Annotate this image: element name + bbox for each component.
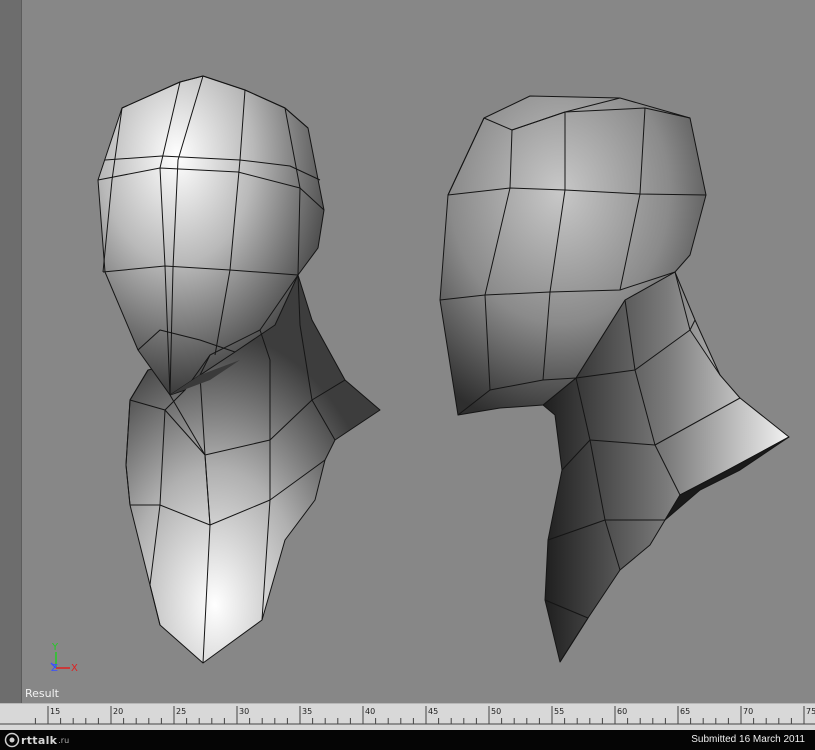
ruler-tick-label: 35 — [302, 707, 312, 716]
viewport-label: Result — [25, 687, 59, 700]
ruler-tick-label: 45 — [428, 707, 438, 716]
head-model-front[interactable] — [97, 75, 381, 664]
logo-mark-icon — [4, 732, 20, 748]
head-model-side[interactable] — [439, 95, 790, 663]
ruler-tick-label: 40 — [365, 707, 375, 716]
footer-bar: rttalk .ru Submitted 16 March 2011 — [0, 730, 815, 750]
ruler-tick-label: 60 — [617, 707, 627, 716]
ruler-tick-label: 65 — [680, 707, 690, 716]
timeline-ruler[interactable]: 15 20 25 30 35 40 45 50 55 60 65 70 75 — [0, 703, 815, 731]
ruler-tick-label: 25 — [176, 707, 186, 716]
logo-text: rttalk — [21, 733, 58, 747]
ruler-tick-label: 30 — [239, 707, 249, 716]
ruler-tick-label: 55 — [554, 707, 564, 716]
submitted-date: Submitted 16 March 2011 — [691, 734, 805, 745]
ruler-tick-label: 50 — [491, 707, 501, 716]
viewport-canvas[interactable]: Y Z X — [0, 0, 815, 703]
ruler-ticks: 15 20 25 30 35 40 45 50 55 60 65 70 75 — [0, 706, 815, 725]
axis-tripod: Y Z X — [50, 642, 78, 674]
axis-y-label: Y — [51, 642, 59, 653]
ruler-tick-label: 15 — [50, 707, 60, 716]
ruler-tick-label: 75 — [806, 707, 815, 716]
site-logo: rttalk .ru — [4, 732, 69, 748]
ruler-tick-label: 70 — [743, 707, 753, 716]
axis-z-label: Z — [51, 663, 58, 674]
logo-tld: .ru — [58, 735, 70, 745]
perspective-viewport[interactable]: Y Z X Result — [0, 0, 815, 703]
max-viewport-window: Y Z X Result 15 20 25 30 35 40 45 50 55 60 65 70 75 … — [0, 0, 815, 750]
axis-x-label: X — [71, 663, 78, 674]
ruler-tick-label: 20 — [113, 707, 123, 716]
